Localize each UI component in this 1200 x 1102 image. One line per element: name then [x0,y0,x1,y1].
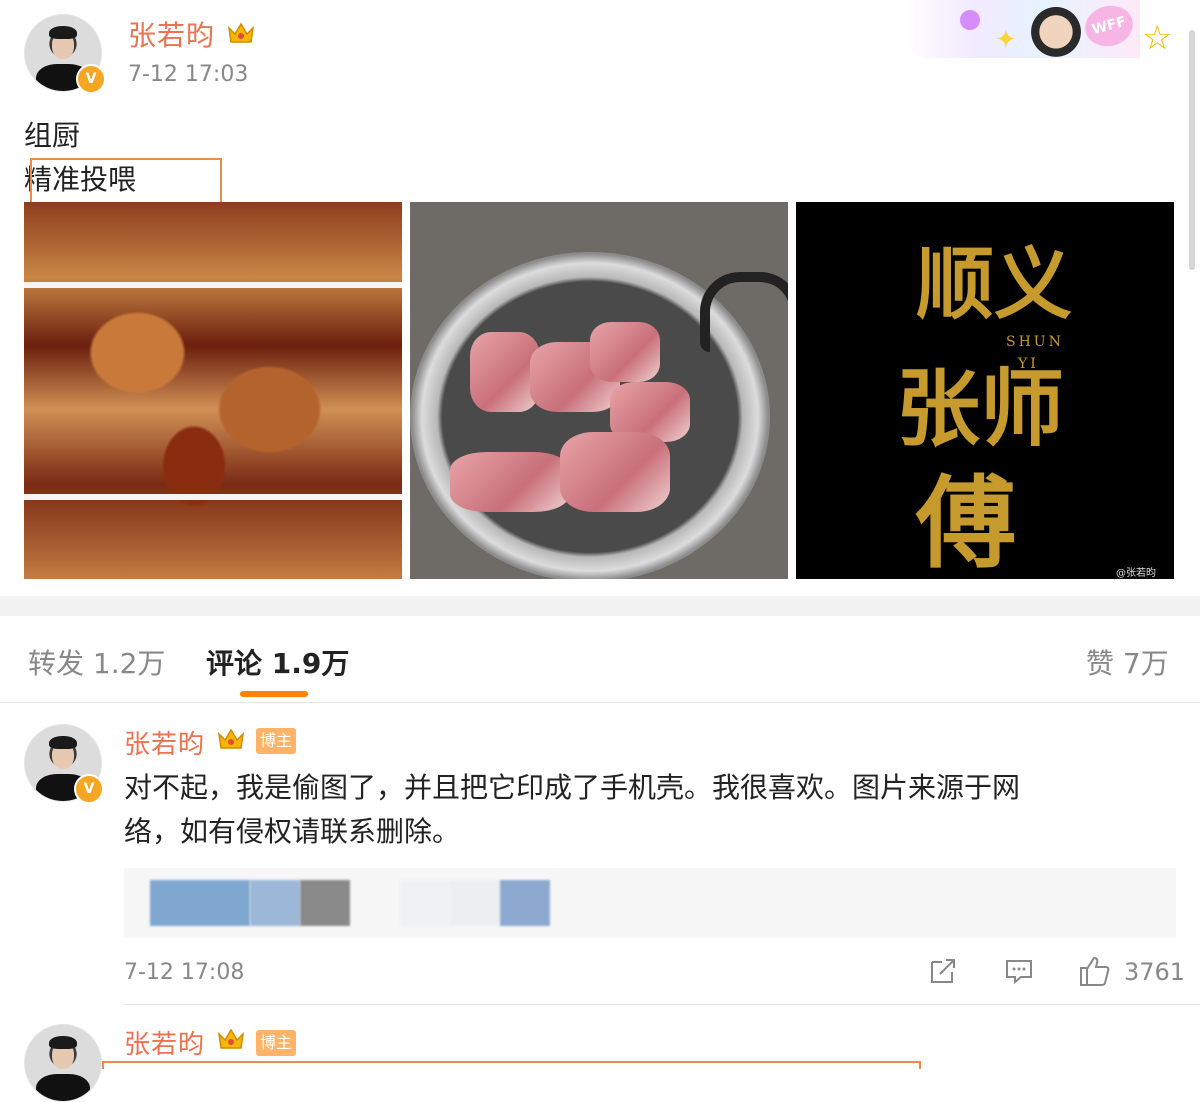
section-divider [0,596,1200,616]
crown-icon [227,22,255,43]
active-tab-indicator [240,691,308,697]
wff-badge: WFF [1080,0,1138,52]
post-timestamp: 7-12 17:03 [128,62,249,87]
post-image-pot[interactable] [410,202,788,579]
highlight-box [30,158,222,206]
tabs-border [0,702,1200,703]
tab-repost[interactable]: 转发 1.2万 [28,642,165,682]
blurred-reply-segment [450,880,500,926]
crown-icon [217,728,245,749]
comment-author-avatar[interactable] [24,1024,102,1102]
comment-icon[interactable] [1004,956,1034,986]
like-count: 3761 [1124,958,1186,986]
comment-separator [124,1004,1200,1005]
author-tag: 博主 [256,728,297,754]
post-text-line1: 组厨 [24,119,81,152]
star-icon[interactable]: ☆ [1142,18,1172,58]
blurred-reply-segment [300,880,350,926]
blurred-reply-segment [500,880,550,926]
comment-author-name[interactable]: 张若昀 [124,1024,205,1061]
banner-portrait [1030,0,1082,58]
planet-icon [960,10,980,30]
comment-text-line2: 络，如有侵权请联系删除。 [124,815,461,848]
highlight-box [102,1061,921,1069]
title-card-main: 顺义 [916,239,1073,330]
title-card-watermark: @张若昀 [1116,568,1156,579]
decoration-banner[interactable]: ✦ WFF [900,0,1140,58]
post-image-title-card[interactable]: 顺义 SHUN YI 张师 傅 @张若昀 [796,202,1174,579]
comment-text-line1: 对不起，我是偷图了，并且把它印成了手机壳。我很喜欢。图片来源于网 [124,771,1021,804]
blurred-reply-segment [150,880,250,926]
share-icon[interactable] [928,956,958,986]
blurred-reply-segment [400,880,450,926]
blurred-reply-segment [250,880,300,926]
verified-badge-icon: V [76,64,106,94]
tab-comments[interactable]: 评论 1.9万 [206,642,349,682]
scrollbar[interactable] [1189,30,1195,270]
title-card-last: 傅 [916,464,1016,579]
verified-badge-icon: V [74,774,104,804]
crown-icon [217,1028,245,1049]
post-author-name[interactable]: 张若昀 [128,14,215,54]
post-image-stew[interactable] [24,202,402,579]
thumb-up-icon[interactable] [1078,954,1112,988]
comment-time: 7-12 17:08 [124,960,245,985]
tab-likes[interactable]: 赞 7万 [1086,642,1169,682]
author-tag: 博主 [256,1030,297,1056]
comment-author-name[interactable]: 张若昀 [124,724,205,761]
sparkle-icon: ✦ [995,25,1017,55]
